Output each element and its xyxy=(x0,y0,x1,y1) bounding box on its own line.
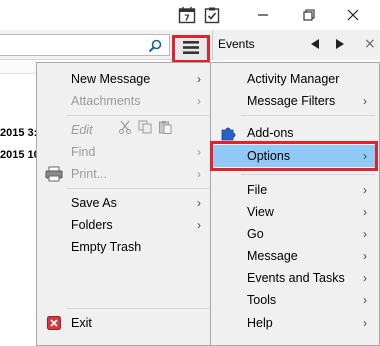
options-highlight-outline xyxy=(210,141,378,171)
submenu-arrow-icon: › xyxy=(363,316,367,330)
menu-item-help[interactable]: Help › xyxy=(211,312,379,334)
menu-separator xyxy=(67,308,209,309)
app-menu-button[interactable] xyxy=(172,35,210,63)
submenu-arrow-icon: › xyxy=(197,72,201,86)
menu-item-find[interactable]: Find › xyxy=(37,141,213,163)
menu-separator xyxy=(67,115,209,116)
menu-item-exit[interactable]: Exit xyxy=(37,312,213,334)
menu-item-label: Save As xyxy=(71,196,117,210)
submenu-arrow-icon: › xyxy=(197,145,201,159)
menu-item-label: New Message xyxy=(71,72,151,86)
exit-icon xyxy=(45,314,63,332)
app-menu-left-column: New Message › Attachments › Edit Find › … xyxy=(36,62,214,346)
menu-item-label: Print... xyxy=(71,167,108,181)
menu-item-label: Go xyxy=(247,227,264,241)
menu-item-empty-trash[interactable]: Empty Trash xyxy=(37,236,213,258)
search-icon[interactable] xyxy=(148,39,162,53)
menu-separator xyxy=(241,115,375,116)
menu-item-label: Activity Manager xyxy=(247,72,340,86)
submenu-arrow-icon: › xyxy=(363,227,367,241)
submenu-arrow-icon: › xyxy=(363,249,367,263)
message-list-header xyxy=(0,60,36,74)
calendar-icon[interactable]: 7 xyxy=(178,6,196,24)
previous-arrow-icon[interactable] xyxy=(310,38,320,50)
menu-item-label: Folders xyxy=(71,218,113,232)
menu-item-file[interactable]: File › xyxy=(211,179,379,201)
minimize-button[interactable] xyxy=(250,4,276,26)
menu-item-activity-manager[interactable]: Activity Manager xyxy=(211,68,379,90)
menu-item-new-message[interactable]: New Message › xyxy=(37,68,213,90)
menu-item-label: Find xyxy=(71,145,96,159)
submenu-arrow-icon: › xyxy=(363,94,367,108)
submenu-arrow-icon: › xyxy=(363,183,367,197)
menu-item-message-filters[interactable]: Message Filters › xyxy=(211,90,379,112)
menu-item-label: Help xyxy=(247,316,273,330)
submenu-arrow-icon: › xyxy=(363,271,367,285)
tasks-icon[interactable] xyxy=(203,6,221,24)
message-date-cell: 2015 3:4 xyxy=(0,127,38,139)
restore-button[interactable] xyxy=(296,4,322,26)
menu-item-message[interactable]: Message › xyxy=(211,245,379,267)
menu-separator xyxy=(67,188,209,189)
submenu-arrow-icon: › xyxy=(363,205,367,219)
menu-item-label: View xyxy=(247,205,274,219)
paste-icon[interactable] xyxy=(158,120,172,134)
menu-item-label: Message xyxy=(247,249,298,263)
copy-icon[interactable] xyxy=(138,120,152,134)
app-menu-right-column: Activity Manager Message Filters › Add-o… xyxy=(210,62,380,346)
menu-separator xyxy=(241,174,375,175)
close-window-button[interactable] xyxy=(340,4,366,26)
menu-item-label: Add-ons xyxy=(247,126,294,140)
calendar-day-number: 7 xyxy=(184,14,190,23)
menu-item-label: Events and Tasks xyxy=(247,271,345,285)
edit-tools xyxy=(118,120,172,134)
menu-item-label: Attachments xyxy=(71,94,141,108)
menu-item-attachments[interactable]: Attachments › xyxy=(37,90,213,112)
next-arrow-icon[interactable] xyxy=(335,38,345,50)
hamburger-icon xyxy=(183,41,199,57)
title-bar: 7 xyxy=(0,0,380,30)
menu-item-label: Edit xyxy=(71,123,93,137)
menu-item-label: Empty Trash xyxy=(71,240,142,254)
menu-item-print[interactable]: Print... › xyxy=(37,163,213,185)
menu-item-view[interactable]: View › xyxy=(211,201,379,223)
menu-item-go[interactable]: Go › xyxy=(211,223,379,245)
submenu-arrow-icon: › xyxy=(197,218,201,232)
submenu-arrow-icon: › xyxy=(197,167,201,181)
puzzle-icon xyxy=(219,124,237,142)
events-pane-title: Events xyxy=(218,37,255,51)
printer-icon xyxy=(45,165,63,183)
menu-item-label: Exit xyxy=(71,316,92,330)
menu-item-label: Message Filters xyxy=(247,94,336,108)
submenu-arrow-icon: › xyxy=(197,196,201,210)
menu-item-events-and-tasks[interactable]: Events and Tasks › xyxy=(211,267,379,289)
menu-item-folders[interactable]: Folders › xyxy=(37,214,213,236)
submenu-arrow-icon: › xyxy=(197,94,201,108)
search-input[interactable] xyxy=(0,34,170,56)
cut-icon[interactable] xyxy=(118,120,132,134)
menu-item-label: File xyxy=(247,183,268,197)
menu-item-label: Tools xyxy=(247,293,277,307)
submenu-arrow-icon: › xyxy=(363,293,367,307)
message-date-cell: 2015 10 xyxy=(0,149,38,161)
menu-item-tools[interactable]: Tools › xyxy=(211,289,379,311)
close-events-icon[interactable]: × xyxy=(364,36,376,52)
menu-item-save-as[interactable]: Save As › xyxy=(37,192,213,214)
